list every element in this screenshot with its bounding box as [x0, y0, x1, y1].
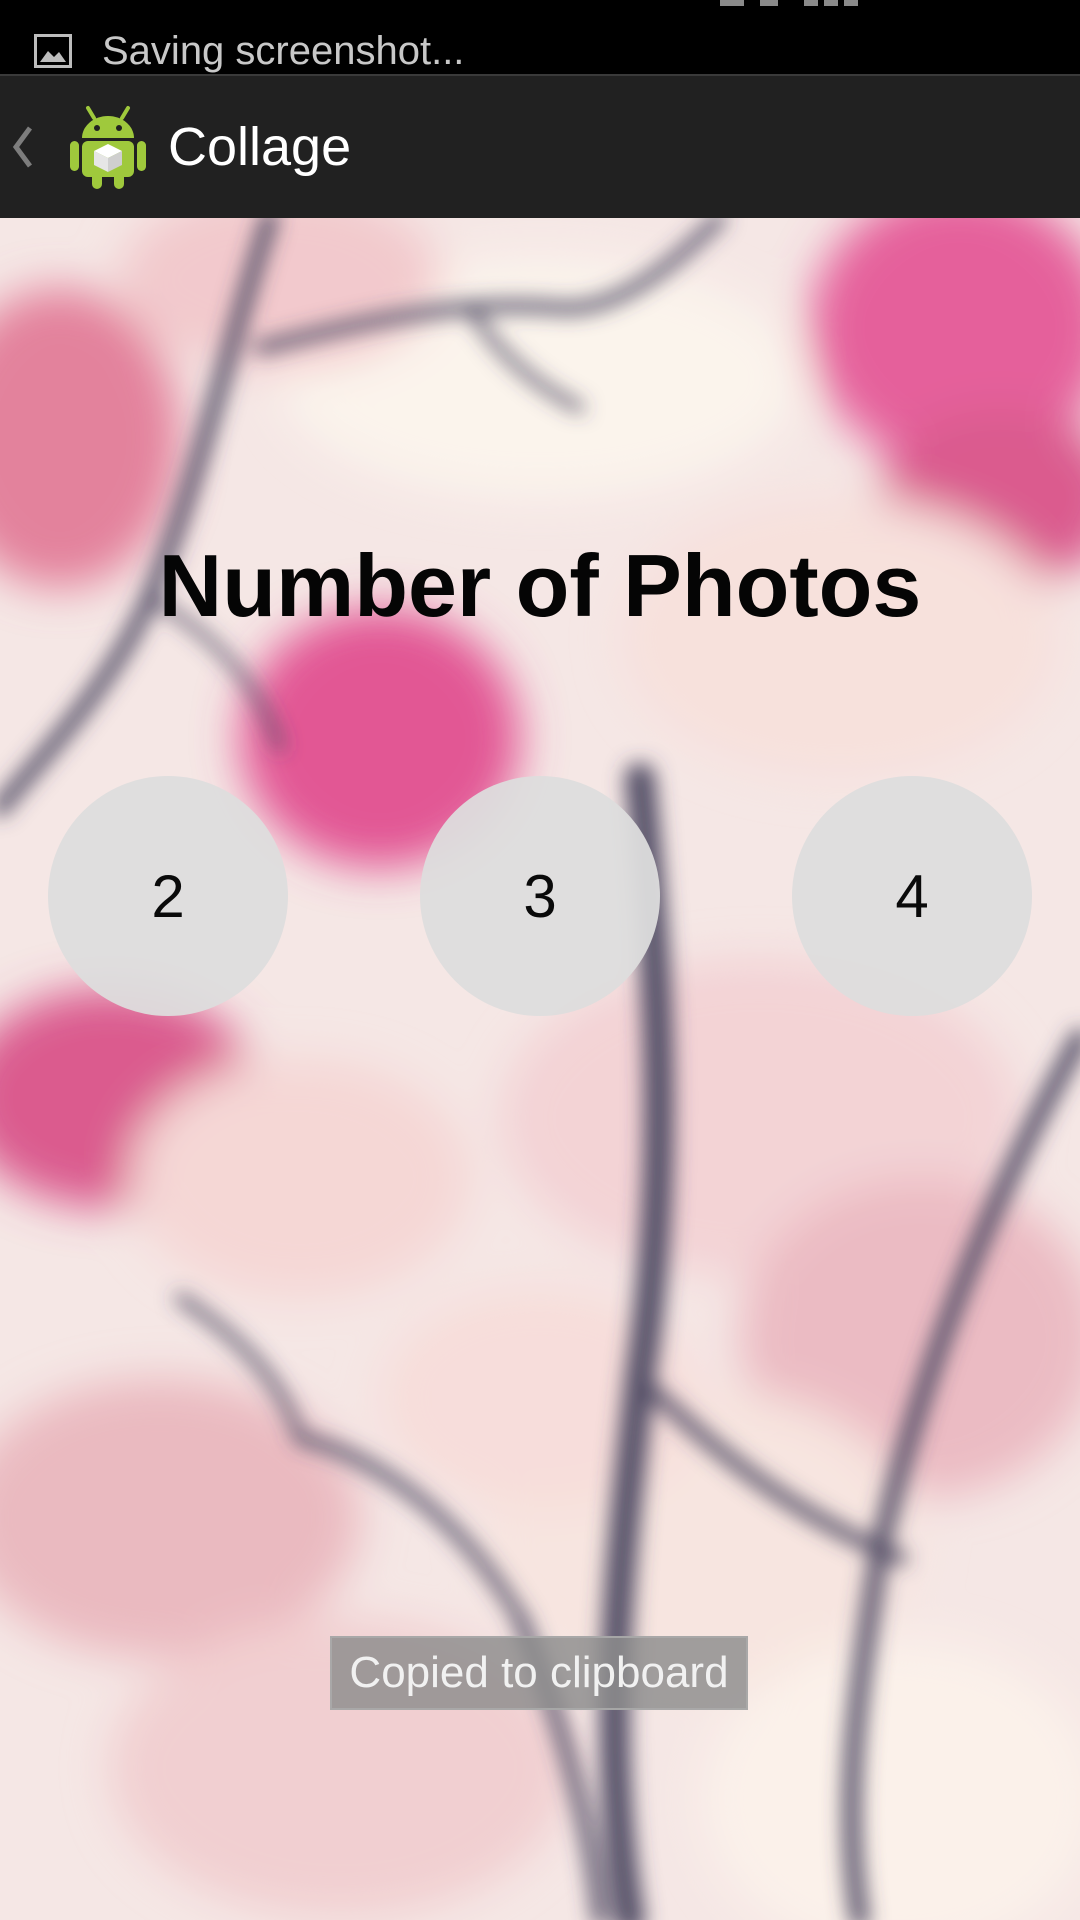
status-bar: Saving screenshot...	[0, 0, 1080, 76]
content-area: Number of Photos 2 3 4 Copied to clipboa…	[0, 218, 1080, 1920]
photo-count-option-4[interactable]: 4	[792, 776, 1032, 1016]
chevron-left-icon[interactable]	[8, 122, 38, 172]
status-icons	[720, 0, 900, 8]
status-notification-text: Saving screenshot...	[102, 29, 465, 73]
screen: Saving screenshot... Collage Number of P…	[0, 0, 1080, 1920]
photo-count-option-2[interactable]: 2	[48, 776, 288, 1016]
photo-count-option-3[interactable]: 3	[420, 776, 660, 1016]
action-bar: Collage	[0, 76, 1080, 218]
page-title: Number of Photos	[158, 536, 922, 635]
app-title: Collage	[168, 117, 352, 177]
toast-message: Copied to clipboard	[330, 1636, 748, 1710]
image-icon	[34, 34, 72, 68]
android-app-icon[interactable]	[68, 104, 148, 190]
